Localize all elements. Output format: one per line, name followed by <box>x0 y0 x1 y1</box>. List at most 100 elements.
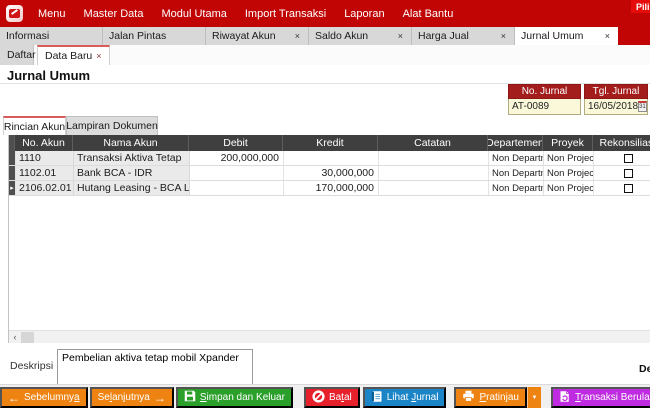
cell-kredit[interactable]: 30,000,000 <box>284 166 379 180</box>
rekonsiliasi-checkbox[interactable] <box>624 184 633 193</box>
chevron-down-icon: ▼ <box>531 395 537 401</box>
tab-rincian-akun[interactable]: Rincian Akun <box>3 116 66 135</box>
calendar-icon[interactable]: 31 <box>638 101 647 112</box>
cell-departemen[interactable]: Non Department <box>489 181 544 195</box>
cancel-icon <box>312 390 325 406</box>
cell-catatan[interactable] <box>379 181 489 195</box>
cell-no-akun[interactable]: 1102.01 <box>16 166 74 180</box>
tab-label: Daftar <box>7 49 36 61</box>
cell-no-akun[interactable]: 2106.02.01 <box>16 181 74 195</box>
col-header-catatan[interactable]: Catatan <box>378 135 488 151</box>
printer-icon <box>462 390 475 405</box>
table-row[interactable]: 1110 Transaksi Aktiva Tetap 200,000,000 … <box>9 151 650 166</box>
scroll-left-icon[interactable]: ‹ <box>9 331 21 344</box>
tab-label: Harga Jual <box>418 30 469 42</box>
arrow-right-icon: → <box>154 392 166 404</box>
recurring-transaction-button[interactable]: Transaksi Berulang <box>551 387 650 408</box>
col-header-departemen[interactable]: Departemen <box>488 135 543 151</box>
col-header-kredit[interactable]: Kredit <box>283 135 378 151</box>
view-journal-button[interactable]: Lihat Jurnal <box>363 387 447 408</box>
cell-departemen[interactable]: Non Department <box>489 166 544 180</box>
cell-nama-akun[interactable]: Transaksi Aktiva Tetap <box>74 151 190 165</box>
cell-proyek[interactable]: Non Project <box>544 151 594 165</box>
current-row-marker-icon: ▸ <box>10 185 14 192</box>
table-row[interactable]: ▸ 2106.02.01 Hutang Leasing - BCA Leasin… <box>9 181 650 196</box>
save-and-close-button[interactable]: Simpan dan Keluar <box>176 387 293 408</box>
preview-button[interactable]: Pratinjau <box>454 387 526 408</box>
recurring-doc-icon <box>559 390 571 406</box>
tab-saldo-akun[interactable]: Saldo Akun× <box>309 27 412 45</box>
cell-nama-akun[interactable]: Bank BCA - IDR <box>74 166 190 180</box>
row-gutter[interactable] <box>9 166 16 180</box>
col-header-proyek[interactable]: Proyek <box>543 135 593 151</box>
close-icon[interactable]: × <box>396 31 405 41</box>
close-icon[interactable]: × <box>499 31 508 41</box>
cancel-button[interactable]: Batal <box>304 387 360 408</box>
rekonsiliasi-checkbox[interactable] <box>624 169 633 178</box>
close-icon[interactable]: × <box>293 31 302 41</box>
menu-item-modul-utama[interactable]: Modul Utama <box>152 0 235 27</box>
tabbar-filler <box>618 27 650 45</box>
save-icon <box>184 390 196 405</box>
cell-debit[interactable] <box>190 181 284 195</box>
description-input[interactable]: Pembelian aktiva tetap mobil Xpander <box>57 349 253 389</box>
col-header-debit[interactable]: Debit <box>189 135 283 151</box>
journal-date-field[interactable]: 16/05/201831 <box>584 99 648 115</box>
close-icon[interactable]: × <box>603 31 612 41</box>
previous-button[interactable]: ← Sebelumnya <box>0 387 88 408</box>
menu-item-master-data[interactable]: Master Data <box>75 0 153 27</box>
close-icon[interactable]: × <box>96 51 101 61</box>
cell-catatan[interactable] <box>379 151 489 165</box>
preview-dropdown-button[interactable]: ▼ <box>527 387 541 408</box>
tab-daftar[interactable]: Daftar <box>0 45 34 65</box>
save-and-close-label: Simpan dan Keluar <box>200 392 285 403</box>
tab-label: Data Baru <box>45 50 92 62</box>
document-tab-bar: Informasi Jalan Pintas Riwayat Akun× Sal… <box>0 27 650 45</box>
cell-no-akun[interactable]: 1110 <box>16 151 74 165</box>
grid-header-row: No. Akun Nama Akun Debit Kredit Catatan … <box>9 135 650 151</box>
cell-debit[interactable] <box>190 166 284 180</box>
tab-harga-jual[interactable]: Harga Jual × <box>412 27 515 45</box>
cell-proyek[interactable]: Non Project <box>544 181 594 195</box>
scrollbar-thumb[interactable] <box>21 332 34 343</box>
app-logo-glyph <box>9 9 20 18</box>
cell-debit[interactable]: 200,000,000 <box>190 151 284 165</box>
arrow-left-icon: ← <box>8 392 20 404</box>
menubar-right-chip[interactable]: Pilih <box>631 0 650 13</box>
rekonsiliasi-checkbox[interactable] <box>624 154 633 163</box>
cell-departemen[interactable]: Non Department <box>489 151 544 165</box>
tab-jalan-pintas[interactable]: Jalan Pintas <box>103 27 206 45</box>
tab-informasi[interactable]: Informasi <box>0 27 103 45</box>
row-gutter-current[interactable]: ▸ <box>9 181 16 195</box>
cell-proyek[interactable]: Non Project <box>544 166 594 180</box>
tab-jurnal-umum[interactable]: Jurnal Umum × <box>515 27 618 45</box>
tab-lampiran-dokumen[interactable]: Lampiran Dokumen <box>66 116 158 135</box>
cell-rekonsiliasi <box>594 151 650 165</box>
next-button[interactable]: Selanjutnya → <box>90 387 174 408</box>
cell-nama-akun[interactable]: Hutang Leasing - BCA Leasing <box>74 181 190 195</box>
description-label: Deskripsi <box>10 360 53 372</box>
menu-item-import-transaksi[interactable]: Import Transaksi <box>236 0 335 27</box>
tab-data-baru[interactable]: Data Baru × <box>37 45 110 65</box>
cell-catatan[interactable] <box>379 166 489 180</box>
app-logo-icon[interactable] <box>6 5 23 22</box>
journal-number-field[interactable]: AT-0089 <box>508 99 581 115</box>
col-header-no-akun[interactable]: No. Akun <box>15 135 73 151</box>
col-header-rekonsiliasi[interactable]: Rekonsiliasi <box>593 135 650 151</box>
tab-riwayat-akun[interactable]: Riwayat Akun× <box>206 27 309 45</box>
cell-kredit[interactable] <box>284 151 379 165</box>
menu-item-menu[interactable]: Menu <box>29 0 75 27</box>
grid-empty-area <box>9 196 650 330</box>
menubar: Menu Master Data Modul Utama Import Tran… <box>0 0 650 27</box>
row-gutter[interactable] <box>9 151 16 165</box>
journal-book-icon <box>371 390 383 406</box>
col-header-nama-akun[interactable]: Nama Akun <box>73 135 189 151</box>
cell-kredit[interactable]: 170,000,000 <box>284 181 379 195</box>
view-tab-bar: Daftar Data Baru × <box>0 45 650 65</box>
horizontal-scrollbar[interactable]: ‹ <box>9 330 650 343</box>
table-row[interactable]: 1102.01 Bank BCA - IDR 30,000,000 Non De… <box>9 166 650 181</box>
menu-item-laporan[interactable]: Laporan <box>335 0 393 27</box>
menu-item-alat-bantu[interactable]: Alat Bantu <box>394 0 463 27</box>
journal-number-value: AT-0089 <box>512 101 549 112</box>
tab-label: Jurnal Umum <box>521 30 583 42</box>
